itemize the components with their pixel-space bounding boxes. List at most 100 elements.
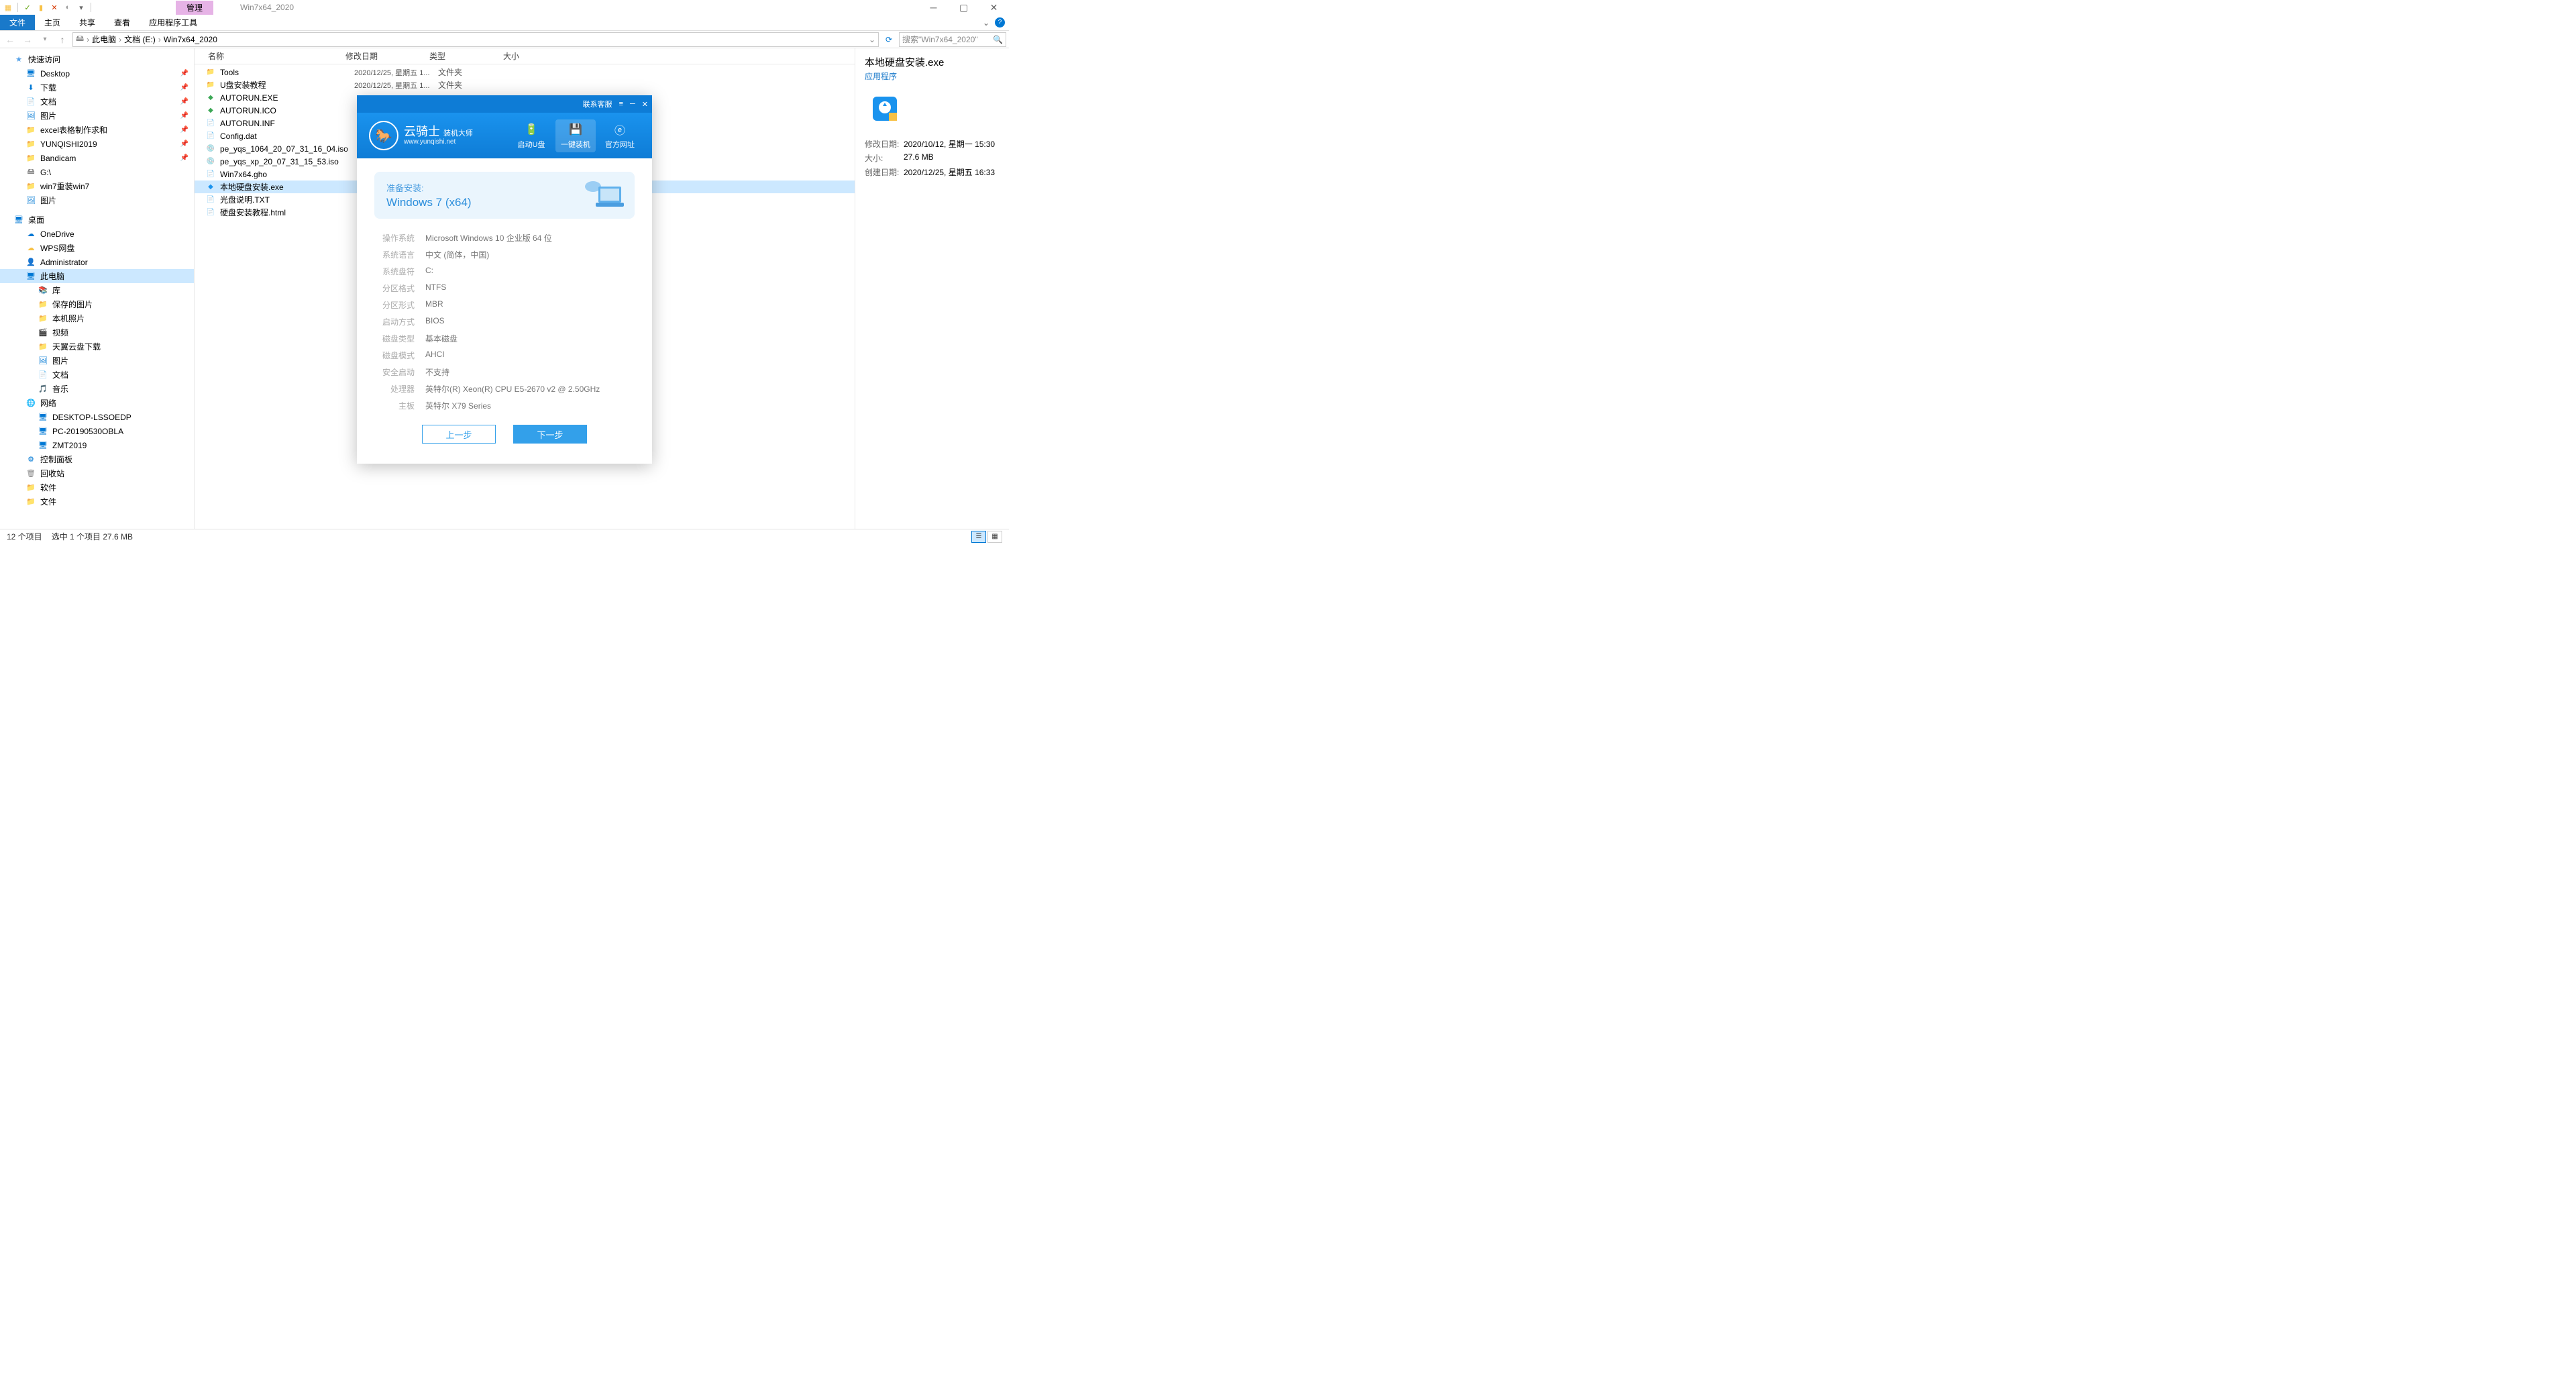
folder-icon: 📚 <box>38 285 48 296</box>
col-size[interactable]: 大小 <box>503 50 557 62</box>
sidebar-item[interactable]: 🌐网络 <box>0 396 194 410</box>
status-count: 12 个项目 <box>7 531 42 542</box>
col-date[interactable]: 修改日期 <box>345 50 429 62</box>
folder-icon: 🖼 <box>38 356 48 366</box>
crumb-pc[interactable]: 此电脑 <box>92 34 116 45</box>
file-icon: 📄 <box>205 169 216 180</box>
file-icon: ◆ <box>205 93 216 103</box>
tree-label: Bandicam <box>40 154 76 163</box>
nav-oneclick-install[interactable]: 💾一键装机 <box>555 119 596 152</box>
sidebar-item[interactable]: 🖥Desktop📌 <box>0 66 194 81</box>
chevron-right-icon[interactable]: › <box>119 35 121 44</box>
nav-usb-boot[interactable]: 🔋启动U盘 <box>511 119 551 152</box>
dropdown-icon[interactable]: ▾ <box>76 2 87 13</box>
ribbon-expand-icon[interactable]: ⌄ <box>983 18 989 28</box>
back-button[interactable]: ← <box>3 32 17 47</box>
maximize-button[interactable]: ▢ <box>949 0 979 15</box>
up-button[interactable]: ↑ <box>55 32 70 47</box>
file-row[interactable]: 📁Tools2020/12/25, 星期五 1...文件夹 <box>195 66 855 79</box>
sidebar-item[interactable]: 📁保存的图片 <box>0 297 194 311</box>
sidebar-item[interactable]: 📁win7重装win7 <box>0 179 194 193</box>
tab-home[interactable]: 主页 <box>35 15 70 30</box>
folder-icon: 🖼 <box>25 195 36 206</box>
sidebar-item[interactable]: 📁本机照片 <box>0 311 194 325</box>
properties-icon[interactable]: ◐ <box>62 2 73 13</box>
sidebar-item[interactable]: 📄文档 <box>0 368 194 382</box>
sidebar-item[interactable]: 🎬视频 <box>0 325 194 340</box>
close-red-icon[interactable]: ✕ <box>49 2 60 13</box>
chevron-right-icon[interactable]: › <box>158 35 161 44</box>
context-tab-manage[interactable]: 管理 <box>176 1 213 15</box>
sidebar-item[interactable]: 📚库 <box>0 283 194 297</box>
info-value: Microsoft Windows 10 企业版 64 位 <box>425 232 552 244</box>
tab-view[interactable]: 查看 <box>105 15 140 30</box>
view-thumbnails-button[interactable]: ▦ <box>987 531 1002 543</box>
sidebar-item[interactable]: 🖥ZMT2019 <box>0 438 194 452</box>
contact-link[interactable]: 联系客服 <box>583 99 612 109</box>
sidebar-item[interactable]: ⚙控制面板 <box>0 452 194 466</box>
dialog-minimize-button[interactable]: ─ <box>630 100 635 108</box>
help-icon[interactable]: ? <box>995 17 1005 28</box>
sidebar-item[interactable]: 📁软件 <box>0 480 194 495</box>
nav-official-site[interactable]: ⓔ官方网址 <box>600 119 640 152</box>
view-details-button[interactable]: ☰ <box>971 531 986 543</box>
refresh-button[interactable]: ⟳ <box>881 32 896 47</box>
sidebar-item[interactable]: 🗑回收站 <box>0 466 194 480</box>
sidebar-item[interactable]: 🖴G:\ <box>0 165 194 179</box>
sidebar-item[interactable]: ☁OneDrive <box>0 227 194 241</box>
check-icon[interactable]: ✓ <box>22 2 33 13</box>
folder-icon: 📁 <box>25 181 36 192</box>
info-value: 英特尔(R) Xeon(R) CPU E5-2670 v2 @ 2.50GHz <box>425 383 600 395</box>
sidebar-item[interactable]: 📁Bandicam📌 <box>0 151 194 165</box>
chevron-right-icon[interactable]: › <box>87 35 89 44</box>
crumb-folder[interactable]: Win7x64_2020 <box>164 35 217 44</box>
tab-apptools[interactable]: 应用程序工具 <box>140 15 207 30</box>
tree-desktop[interactable]: 🖥桌面 <box>0 213 194 227</box>
crumb-drive[interactable]: 文档 (E:) <box>124 34 156 45</box>
dialog-titlebar: 联系客服 ≡ ─ ✕ <box>357 95 652 113</box>
col-type[interactable]: 类型 <box>429 50 503 62</box>
prev-button[interactable]: 上一步 <box>422 425 496 444</box>
minimize-button[interactable]: ─ <box>918 0 949 15</box>
sidebar-item[interactable]: 🖼图片 <box>0 193 194 207</box>
address-dropdown-icon[interactable]: ⌄ <box>869 35 875 44</box>
search-icon[interactable]: 🔍 <box>993 35 1003 44</box>
forward-button[interactable]: → <box>20 32 35 47</box>
sidebar-item[interactable]: 🎵音乐 <box>0 382 194 396</box>
sidebar-item[interactable]: 📁文件 <box>0 495 194 509</box>
sidebar-item[interactable]: 📁天翼云盘下载 <box>0 340 194 354</box>
col-name[interactable]: 名称 <box>195 50 345 62</box>
file-row[interactable]: 📁U盘安装教程2020/12/25, 星期五 1...文件夹 <box>195 79 855 91</box>
info-value: AHCI <box>425 350 445 361</box>
address-bar[interactable]: 🖴 › 此电脑 › 文档 (E:) › Win7x64_2020 ⌄ <box>72 32 879 47</box>
next-button[interactable]: 下一步 <box>513 425 587 444</box>
info-label: 磁盘模式 <box>374 350 415 361</box>
info-label: 操作系统 <box>374 232 415 244</box>
sidebar-item[interactable]: 👤Administrator <box>0 255 194 269</box>
tab-share[interactable]: 共享 <box>70 15 105 30</box>
sidebar-item[interactable]: 🖥DESKTOP-LSSOEDP <box>0 410 194 424</box>
sidebar-item[interactable]: ⬇下载📌 <box>0 81 194 95</box>
sidebar-item[interactable]: 🖼图片 <box>0 354 194 368</box>
recent-dropdown[interactable]: ▾ <box>38 32 52 47</box>
folder-icon[interactable]: ▮ <box>36 2 46 13</box>
dialog-nav: 🔋启动U盘 💾一键装机 ⓔ官方网址 <box>511 119 640 152</box>
dialog-close-button[interactable]: ✕ <box>642 100 648 109</box>
sidebar-item[interactable]: 🖥此电脑 <box>0 269 194 283</box>
sidebar-item[interactable]: 📁excel表格制作求和📌 <box>0 123 194 137</box>
tree-quick-access[interactable]: ★快速访问 <box>0 52 194 66</box>
sidebar-item[interactable]: ☁WPS网盘 <box>0 241 194 255</box>
tab-file[interactable]: 文件 <box>0 15 35 30</box>
ribbon-tabs: 文件 主页 共享 查看 应用程序工具 ⌄ ? <box>0 15 1009 31</box>
close-button[interactable]: ✕ <box>979 0 1009 15</box>
file-date: 2020/12/25, 星期五 1... <box>354 67 438 78</box>
menu-icon[interactable]: ≡ <box>619 100 623 108</box>
folder-icon: 🖥 <box>38 440 48 451</box>
sidebar-item[interactable]: 📄文档📌 <box>0 95 194 109</box>
file-name: 硬盘安装教程.html <box>220 207 354 218</box>
search-input[interactable]: 搜索"Win7x64_2020" 🔍 <box>899 32 1006 47</box>
sidebar-item[interactable]: 🖼图片📌 <box>0 109 194 123</box>
info-label: 处理器 <box>374 383 415 395</box>
sidebar-item[interactable]: 📁YUNQISHI2019📌 <box>0 137 194 151</box>
sidebar-item[interactable]: 🖥PC-20190530OBLA <box>0 424 194 438</box>
